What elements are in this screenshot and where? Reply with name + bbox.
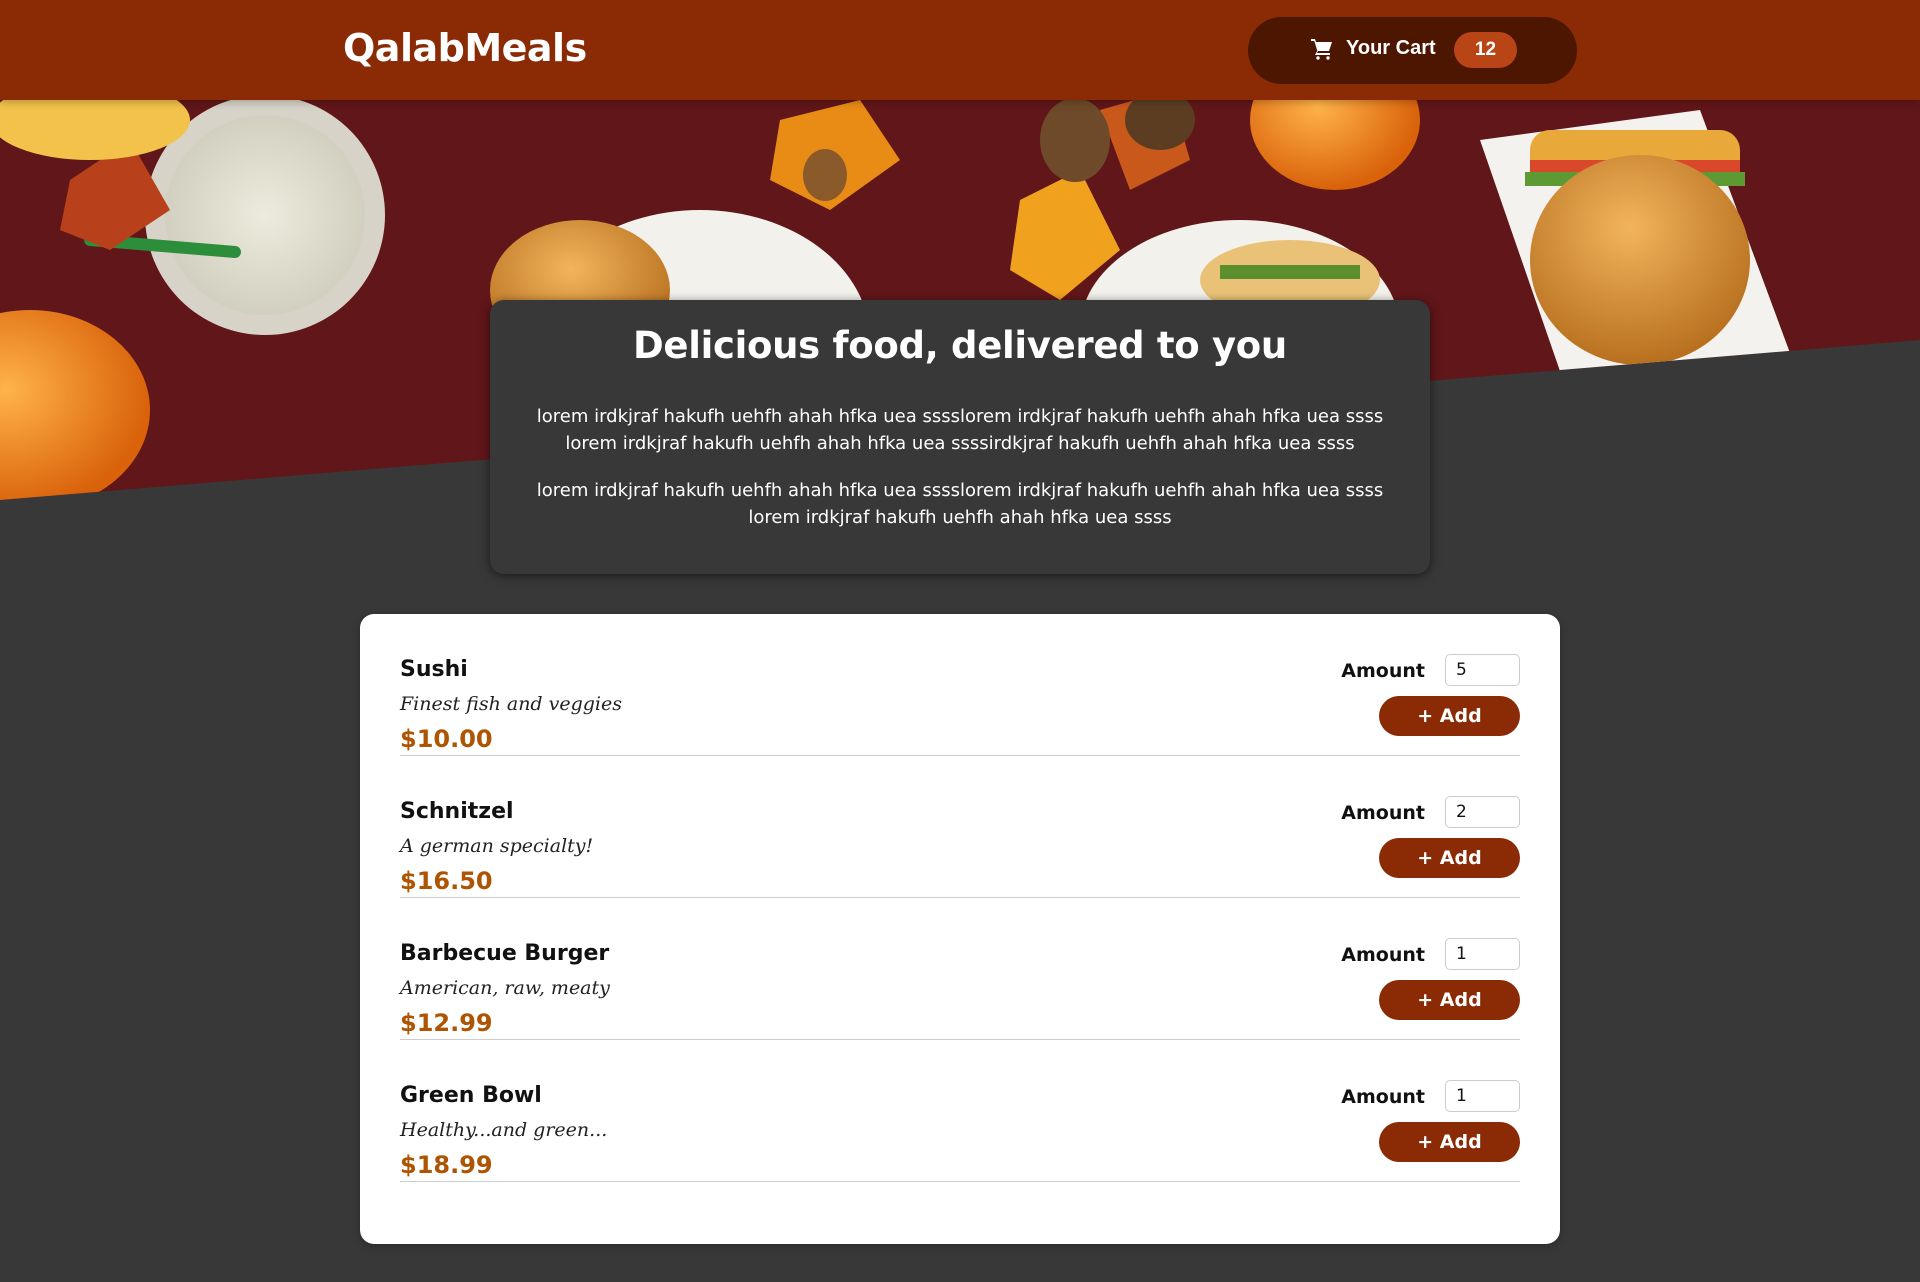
- meal-description: A german specialty!: [400, 835, 594, 857]
- summary-card: Delicious food, delivered to you lorem i…: [490, 300, 1430, 574]
- meal-price: $16.50: [400, 867, 493, 895]
- cart-badge: 12: [1454, 32, 1517, 68]
- amount-input[interactable]: [1445, 796, 1520, 828]
- amount-input[interactable]: [1445, 654, 1520, 686]
- add-button[interactable]: + Add: [1379, 838, 1520, 878]
- meal-price: $18.99: [400, 1151, 493, 1179]
- app-header: QalabMeals Your Cart 12: [0, 0, 1920, 100]
- meal-name: Green Bowl: [400, 1083, 542, 1108]
- amount-label: Amount: [1341, 802, 1425, 824]
- meal-name: Barbecue Burger: [400, 941, 610, 966]
- brand-title: QalabMeals: [343, 26, 587, 70]
- cart-icon: [1311, 39, 1332, 60]
- cart-label: Your Cart: [1346, 37, 1436, 59]
- summary-paragraph: lorem irdkjraf hakufh uehfh ahah hfka ue…: [536, 480, 1384, 528]
- meal-item: Sushi Finest fish and veggies $10.00 Amo…: [400, 614, 1520, 756]
- amount-label: Amount: [1341, 660, 1425, 682]
- summary-paragraph: lorem irdkjraf hakufh uehfh ahah hfka ue…: [536, 406, 1384, 454]
- meal-description: Healthy...and green...: [400, 1119, 608, 1141]
- add-button[interactable]: + Add: [1379, 980, 1520, 1020]
- meal-description: Finest fish and veggies: [400, 693, 623, 715]
- meal-description: American, raw, meaty: [400, 977, 610, 999]
- add-button[interactable]: + Add: [1379, 1122, 1520, 1162]
- summary-title: Delicious food, delivered to you: [633, 324, 1287, 367]
- amount-label: Amount: [1341, 1086, 1425, 1108]
- add-button[interactable]: + Add: [1379, 696, 1520, 736]
- meal-price: $12.99: [400, 1009, 493, 1037]
- meal-item: Schnitzel A german specialty! $16.50 Amo…: [400, 756, 1520, 898]
- meal-name: Sushi: [400, 657, 468, 682]
- amount-input[interactable]: [1445, 938, 1520, 970]
- amount-label: Amount: [1341, 944, 1425, 966]
- meal-item: Green Bowl Healthy...and green... $18.99…: [400, 1040, 1520, 1182]
- cart-button[interactable]: Your Cart 12: [1248, 17, 1577, 84]
- meal-name: Schnitzel: [400, 799, 514, 824]
- meals-list: Sushi Finest fish and veggies $10.00 Amo…: [360, 614, 1560, 1244]
- meal-price: $10.00: [400, 725, 493, 753]
- meal-item: Barbecue Burger American, raw, meaty $12…: [400, 898, 1520, 1040]
- amount-input[interactable]: [1445, 1080, 1520, 1112]
